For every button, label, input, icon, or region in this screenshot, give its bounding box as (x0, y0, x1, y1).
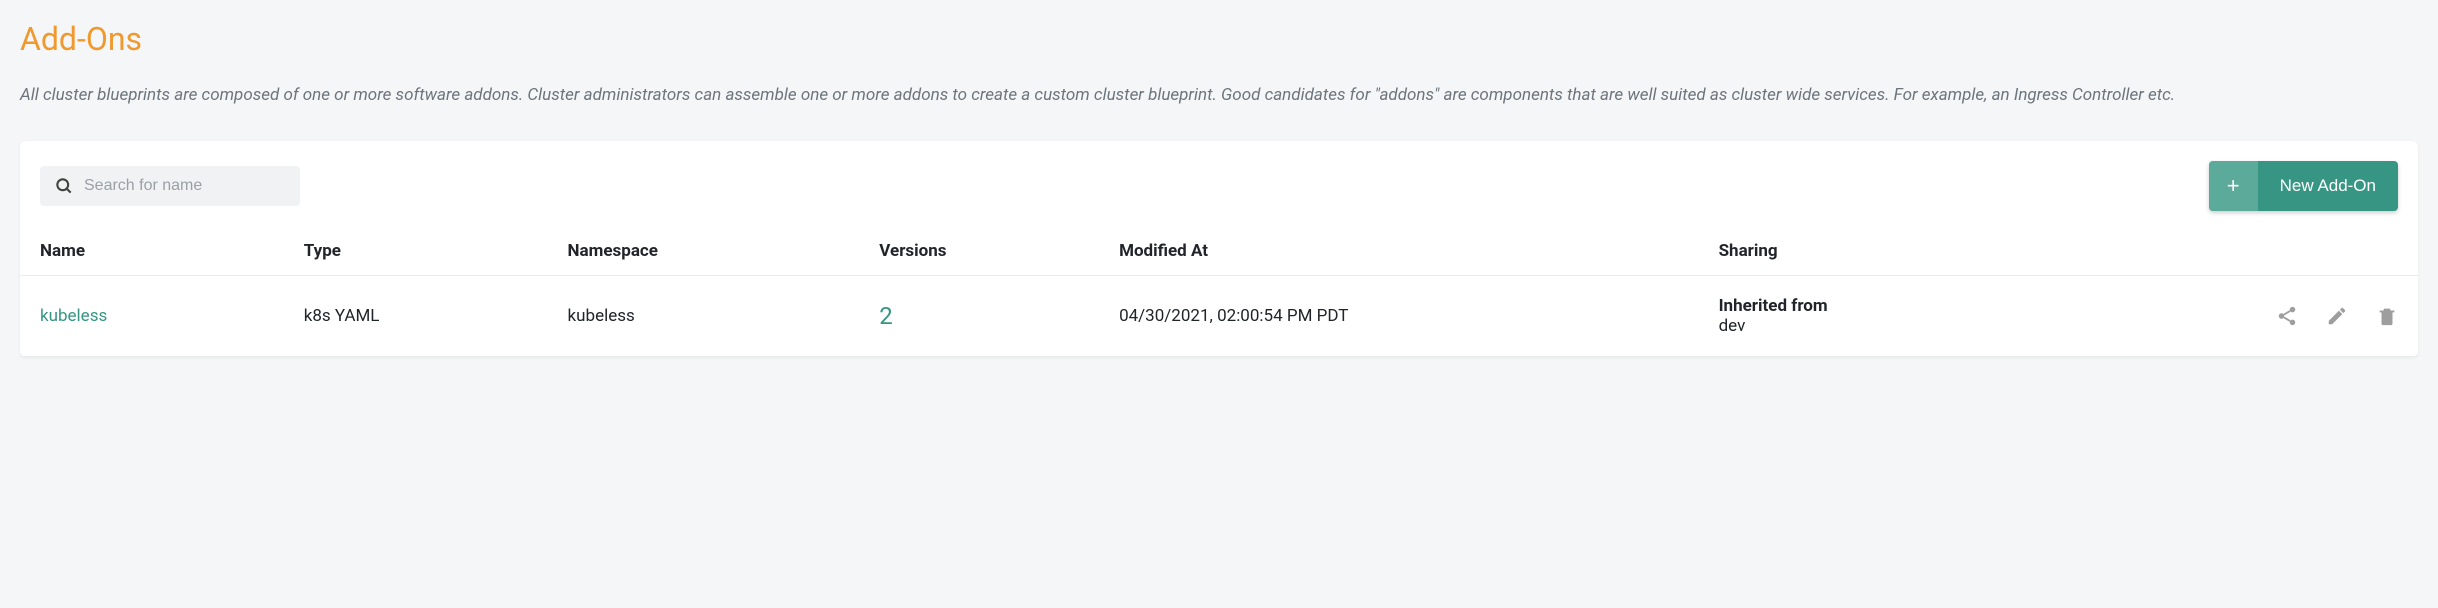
edit-icon[interactable] (2326, 305, 2348, 327)
search-input[interactable] (84, 177, 286, 195)
delete-icon[interactable] (2376, 305, 2398, 327)
col-header-modified[interactable]: Modified At (1099, 227, 1699, 276)
page-description: All cluster blueprints are composed of o… (20, 82, 2418, 109)
new-addon-label: New Add-On (2258, 162, 2398, 210)
col-header-sharing[interactable]: Sharing (1699, 227, 2131, 276)
card-header: + New Add-On (20, 141, 2418, 227)
search-box[interactable] (40, 166, 300, 206)
addon-modified-at: 04/30/2021, 02:00:54 PM PDT (1099, 276, 1699, 357)
plus-icon: + (2209, 161, 2258, 211)
sharing-primary: Inherited from (1719, 296, 2111, 316)
table-row: kubeless k8s YAML kubeless 2 04/30/2021,… (20, 276, 2418, 357)
page-title: Add-Ons (20, 20, 2418, 58)
addons-table: Name Type Namespace Versions Modified At… (20, 227, 2418, 357)
share-icon[interactable] (2276, 305, 2298, 327)
addon-namespace: kubeless (548, 276, 860, 357)
addon-name-link[interactable]: kubeless (40, 306, 107, 326)
sharing-secondary: dev (1719, 316, 1746, 336)
addon-type: k8s YAML (284, 276, 548, 357)
col-header-name[interactable]: Name (20, 227, 284, 276)
addons-card: + New Add-On Name Type Namespace Version… (20, 141, 2418, 357)
col-header-type[interactable]: Type (284, 227, 548, 276)
col-header-actions (2130, 227, 2418, 276)
addon-versions[interactable]: 2 (879, 302, 893, 330)
search-icon (54, 176, 74, 196)
new-addon-button[interactable]: + New Add-On (2209, 161, 2398, 211)
col-header-versions[interactable]: Versions (859, 227, 1099, 276)
col-header-namespace[interactable]: Namespace (548, 227, 860, 276)
